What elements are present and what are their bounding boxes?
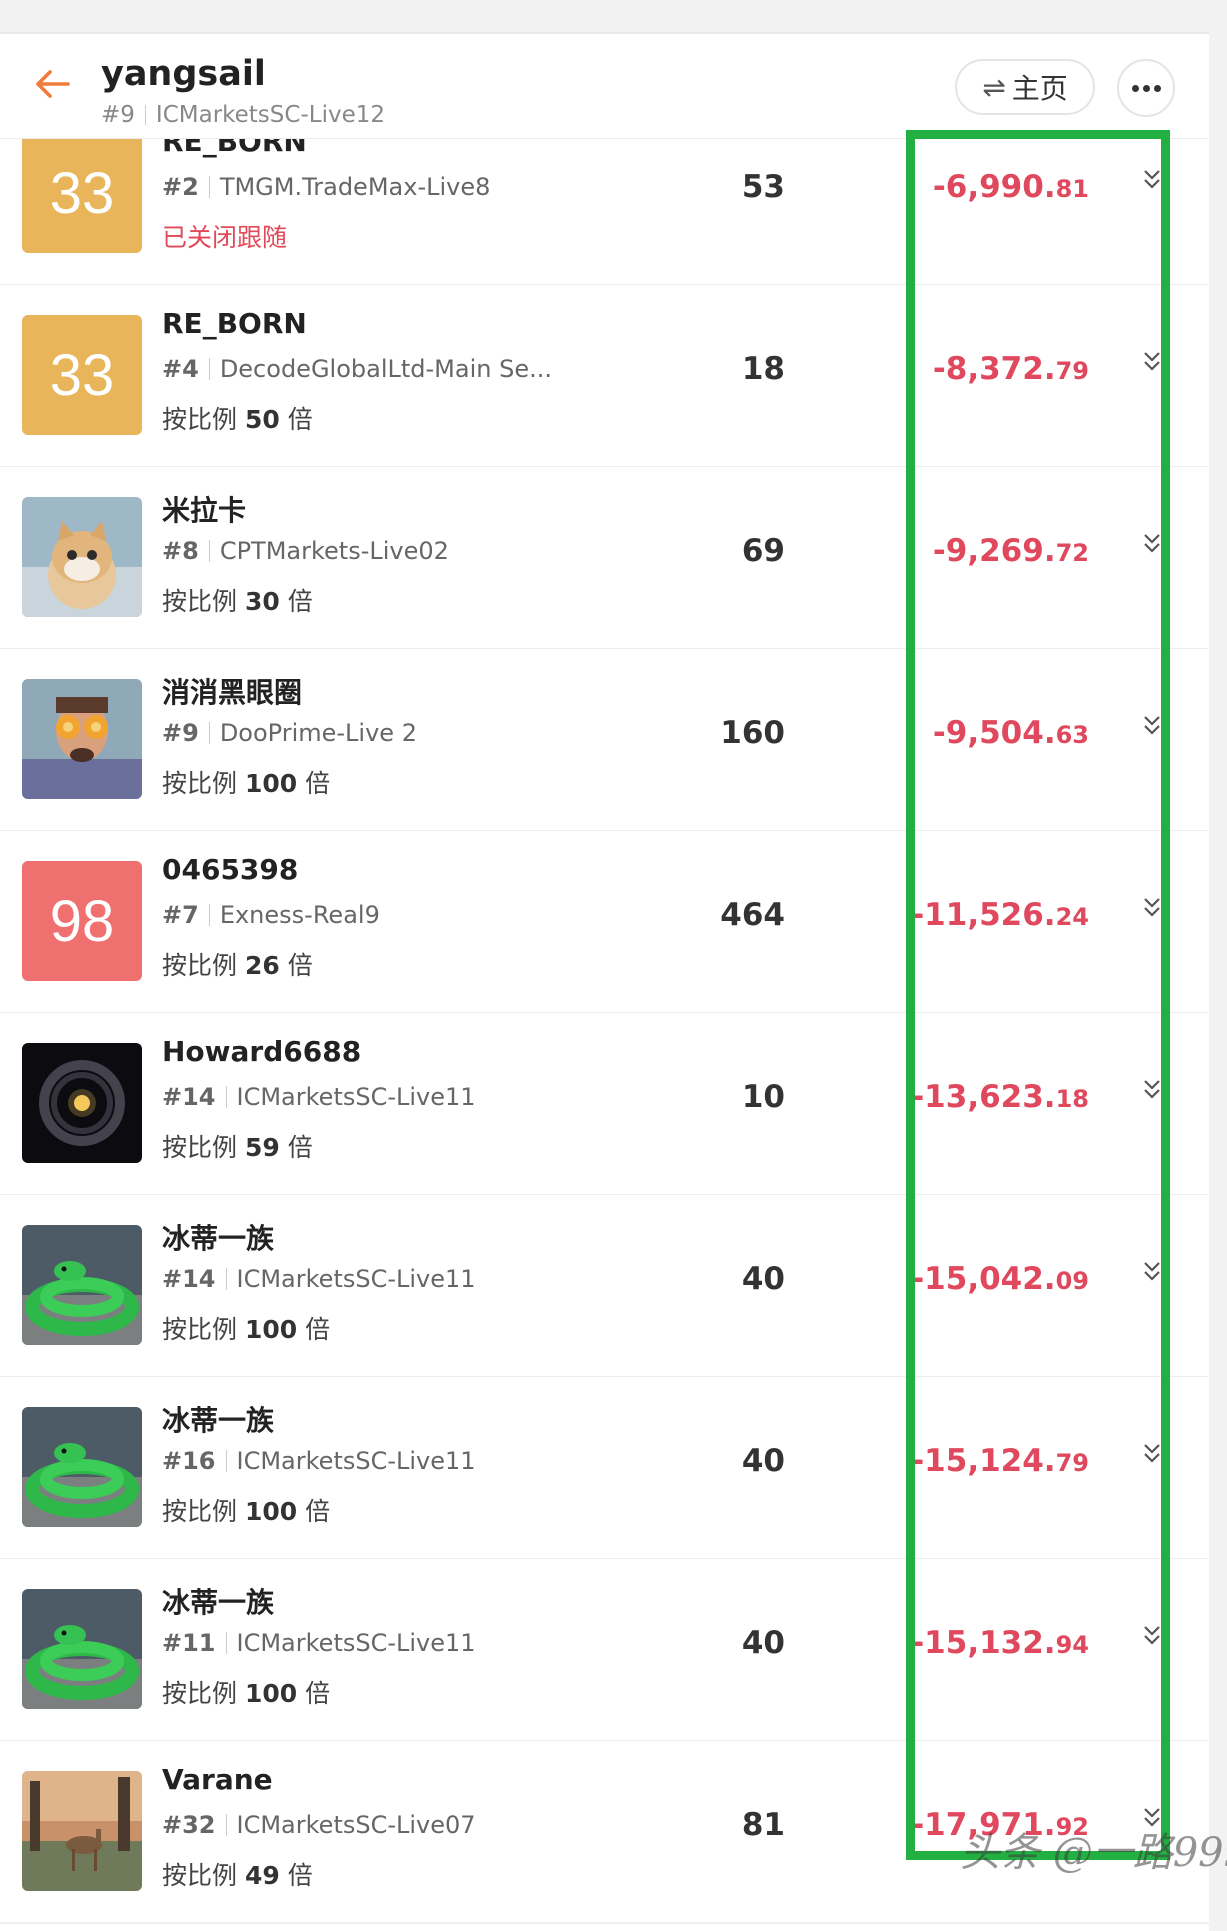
profit-value: -15,132.94 [911, 1625, 1089, 1661]
account-info: #16 ICMarketsSC-Live11 [162, 1447, 476, 1475]
right-edge-margin [1209, 32, 1227, 1931]
list-item[interactable]: 冰蒂一族 #11 ICMarketsSC-Live11 按比例 100 倍 40 … [0, 1559, 1209, 1742]
trade-count: 81 [741, 1807, 785, 1843]
profit-value: -6,990.81 [932, 169, 1089, 205]
page-header: yangsail #9 ICMarketsSC-Live12 ⇌ 主页 [0, 34, 1209, 139]
follow-ratio: 按比例 50 倍 [162, 405, 313, 434]
home-button-label: 主页 [1011, 72, 1068, 105]
profit-value: -13,623.18 [911, 1079, 1089, 1115]
avatar [22, 679, 142, 799]
avatar [22, 1771, 142, 1891]
profit-value: -11,526.24 [911, 897, 1089, 933]
account-info: #2 TMGM.TradeMax-Live8 [162, 173, 491, 201]
list-item[interactable]: 冰蒂一族 #14 ICMarketsSC-Live11 按比例 100 倍 40 … [0, 1195, 1209, 1378]
chevron-down-icon[interactable] [1140, 345, 1164, 385]
chevron-down-icon[interactable] [1140, 709, 1164, 749]
chevron-down-icon[interactable] [1140, 1437, 1164, 1477]
cat-avatar-image [22, 497, 142, 617]
follower-name: RE_BORN [162, 307, 307, 340]
follow-ratio: 按比例 100 倍 [162, 769, 331, 798]
top-status-strip [0, 0, 1227, 34]
avatar: 33 [22, 315, 142, 435]
account-info: #8 CPTMarkets-Live02 [162, 537, 449, 565]
list-item[interactable]: 米拉卡 #8 CPTMarkets-Live02 按比例 30 倍 69 -9,2… [0, 467, 1209, 650]
follow-ratio: 按比例 100 倍 [162, 1679, 331, 1708]
list-item[interactable]: 33 RE_BORN #4 DecodeGlobalLtd-Main Se... … [0, 285, 1209, 468]
profit-value: -9,504.63 [932, 715, 1089, 751]
galaxy-avatar-image [22, 1043, 142, 1163]
account-info: #7 Exness-Real9 [162, 901, 380, 929]
follow-ratio: 按比例 30 倍 [162, 587, 313, 616]
chevron-down-icon[interactable] [1140, 163, 1164, 203]
avatar [22, 1043, 142, 1163]
profit-value: -15,042.09 [911, 1261, 1089, 1297]
chevron-down-icon[interactable] [1140, 891, 1164, 931]
trade-count: 464 [720, 897, 785, 933]
follow-ratio: 按比例 100 倍 [162, 1497, 331, 1526]
list-item[interactable]: 消消黑眼圈 #9 DooPrime-Live 2 按比例 100 倍 160 -9… [0, 649, 1209, 832]
avatar: 98 [22, 861, 142, 981]
home-button[interactable]: ⇌ 主页 [955, 59, 1095, 115]
follow-ratio: 按比例 26 倍 [162, 951, 313, 980]
trade-count: 40 [741, 1261, 785, 1297]
follower-name: 冰蒂一族 [162, 1404, 275, 1437]
list-item[interactable]: 冰蒂一族 #16 ICMarketsSC-Live11 按比例 100 倍 40 … [0, 1377, 1209, 1560]
follower-name: 冰蒂一族 [162, 1222, 275, 1255]
header-account-info: #9 ICMarketsSC-Live12 [101, 102, 385, 128]
trade-count: 40 [741, 1443, 785, 1479]
watermark: 头条 @一路999 [960, 1830, 1227, 1876]
follower-name: 消消黑眼圈 [162, 676, 303, 709]
profit-value: -8,372.79 [932, 351, 1089, 387]
avatar [22, 1407, 142, 1527]
trade-count: 69 [741, 533, 785, 569]
deer-avatar-image [22, 1771, 142, 1891]
follow-ratio: 按比例 59 倍 [162, 1133, 313, 1162]
back-arrow-icon[interactable] [32, 64, 72, 104]
follow-ratio: 按比例 49 倍 [162, 1861, 313, 1890]
man-with-oranges-avatar-image [22, 679, 142, 799]
more-options-button[interactable] [1117, 59, 1175, 117]
trade-count: 18 [741, 351, 785, 387]
trade-count: 40 [741, 1625, 785, 1661]
trade-count: 53 [741, 169, 785, 205]
avatar [22, 1589, 142, 1709]
page-title: yangsail [101, 54, 266, 94]
avatar [22, 1225, 142, 1345]
follower-name: 冰蒂一族 [162, 1586, 275, 1619]
chevron-down-icon[interactable] [1140, 1619, 1164, 1659]
account-info: #14 ICMarketsSC-Live11 [162, 1083, 476, 1111]
account-info: #11 ICMarketsSC-Live11 [162, 1629, 476, 1657]
snake-avatar-image [22, 1407, 142, 1527]
chevron-down-icon[interactable] [1140, 527, 1164, 567]
list-item[interactable]: Howard6688 #14 ICMarketsSC-Live11 按比例 59 … [0, 1013, 1209, 1196]
snake-avatar-image [22, 1225, 142, 1345]
follower-name: Varane [162, 1763, 273, 1796]
profit-value: -9,269.72 [932, 533, 1089, 569]
account-info: #32 ICMarketsSC-Live07 [162, 1811, 476, 1839]
follow-ratio: 按比例 100 倍 [162, 1315, 331, 1344]
chevron-down-icon[interactable] [1140, 1255, 1164, 1295]
follower-name: 米拉卡 [162, 494, 247, 527]
follow-closed-label: 已关闭跟随 [162, 223, 288, 252]
trade-count: 10 [741, 1079, 785, 1115]
account-info: #14 ICMarketsSC-Live11 [162, 1265, 476, 1293]
trade-count: 160 [720, 715, 785, 751]
avatar [22, 497, 142, 617]
follower-name: 0465398 [162, 853, 299, 886]
profit-value: -15,124.79 [911, 1443, 1089, 1479]
list-item[interactable]: 98 0465398 #7 Exness-Real9 按比例 26 倍 464 -… [0, 831, 1209, 1014]
snake-avatar-image [22, 1589, 142, 1709]
account-info: #9 DooPrime-Live 2 [162, 719, 417, 747]
swap-icon: ⇌ [982, 70, 1006, 104]
avatar: 33 [22, 133, 142, 253]
chevron-down-icon[interactable] [1140, 1073, 1164, 1113]
follower-name: Howard6688 [162, 1035, 362, 1068]
account-info: #4 DecodeGlobalLtd-Main Se... [162, 355, 552, 383]
